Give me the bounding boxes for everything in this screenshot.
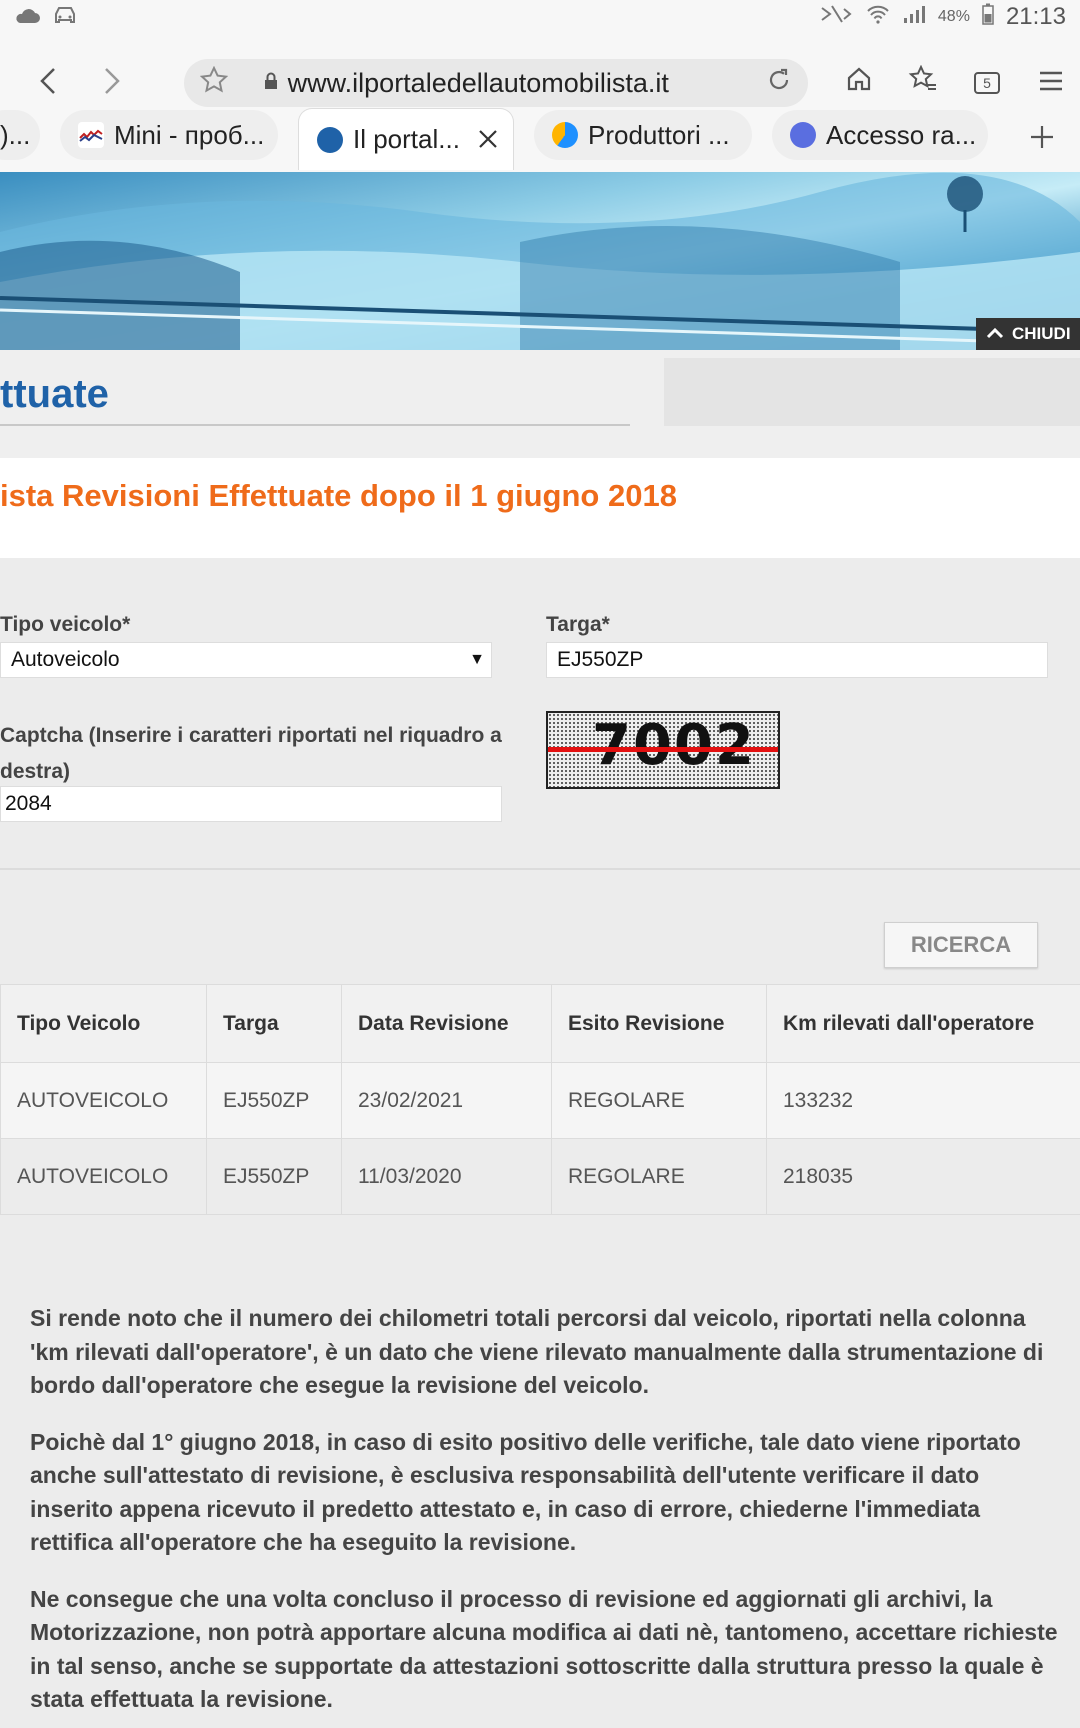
captcha-value: 2084 bbox=[5, 792, 52, 815]
captcha-label-line1: Captcha (Inserire i caratteri riportati … bbox=[0, 724, 502, 747]
table-header-row: Tipo Veicolo Targa Data Revisione Esito … bbox=[0, 984, 1080, 1063]
plate-value: EJ550ZP bbox=[557, 648, 644, 671]
tab-label: Mini - проб... bbox=[114, 119, 265, 150]
tab-label: Accesso ra... bbox=[826, 119, 977, 150]
cell-revision-result: REGOLARE bbox=[551, 1138, 767, 1215]
captcha-input[interactable]: 2084 bbox=[0, 786, 502, 822]
captcha-strike-line bbox=[548, 747, 778, 752]
header-plate: Targa bbox=[206, 984, 342, 1063]
hamburger-menu-icon bbox=[1038, 66, 1064, 100]
star-list-icon bbox=[908, 64, 938, 101]
wifi-icon bbox=[866, 4, 890, 30]
clock: 21:13 bbox=[1005, 3, 1066, 30]
header-vehicle-type: Tipo Veicolo bbox=[0, 984, 207, 1063]
battery-percent: 48% bbox=[937, 8, 970, 25]
header-km: Km rilevati dall'operatore bbox=[766, 984, 1080, 1063]
disclaimer-notes: Si rende noto che il numero dei chilomet… bbox=[30, 1302, 1060, 1728]
accesso-favicon-icon bbox=[790, 122, 816, 148]
vehicle-type-value: Autoveicolo bbox=[11, 648, 120, 671]
signal-icon bbox=[902, 4, 926, 30]
captcha-label: Captcha (Inserire i caratteri riportati … bbox=[0, 718, 520, 790]
url-text: www.ilportaledellautomobilista.it bbox=[287, 67, 669, 98]
vehicle-type-label: Tipo veicolo* bbox=[0, 613, 131, 636]
home-button[interactable] bbox=[830, 53, 888, 113]
menu-button[interactable] bbox=[1022, 53, 1080, 113]
captcha-label-line2: destra) bbox=[0, 760, 71, 783]
section-title: ista Revisioni Effettuate dopo il 1 giug… bbox=[0, 478, 677, 513]
mini-favicon-icon bbox=[78, 122, 104, 148]
chevron-up-icon bbox=[986, 324, 1004, 344]
table-row: AUTOVEICOLO EJ550ZP 11/03/2020 REGOLARE … bbox=[0, 1138, 1080, 1215]
car-icon bbox=[52, 4, 78, 30]
cell-km: 218035 bbox=[766, 1138, 1080, 1215]
title-divider bbox=[0, 424, 630, 426]
forward-button[interactable] bbox=[82, 53, 142, 113]
close-banner-label: CHIUDI bbox=[1012, 324, 1071, 343]
tab-label: )... bbox=[0, 119, 31, 150]
results-table: Tipo Veicolo Targa Data Revisione Esito … bbox=[0, 984, 1080, 1215]
note-paragraph: Ne consegue che una volta concluso il pr… bbox=[30, 1585, 1058, 1713]
cloud-icon bbox=[14, 4, 40, 30]
page-title: ttuate bbox=[0, 372, 109, 416]
cell-vehicle-type: AUTOVEICOLO bbox=[0, 1138, 207, 1215]
address-bar[interactable]: www.ilportaledellautomobilista.it bbox=[183, 59, 808, 107]
vehicle-type-select[interactable]: Autoveicolo ▼ bbox=[0, 642, 492, 678]
captcha-image: 7002 bbox=[546, 711, 780, 789]
nfc-mute-icon bbox=[820, 4, 854, 30]
search-button[interactable]: RICERCA bbox=[884, 922, 1038, 968]
reload-icon[interactable] bbox=[766, 67, 792, 100]
back-button[interactable] bbox=[18, 53, 78, 113]
plate-label: Targa* bbox=[546, 613, 610, 636]
header-revision-date: Data Revisione bbox=[341, 984, 552, 1063]
note-paragraph: Poichè dal 1° giugno 2018, in caso di es… bbox=[30, 1428, 1021, 1556]
chevron-right-icon bbox=[102, 61, 122, 106]
cell-km: 133232 bbox=[766, 1062, 1080, 1139]
cell-revision-date: 11/03/2020 bbox=[341, 1138, 552, 1215]
tab-label: Produttori ... bbox=[588, 119, 730, 150]
tab-mini[interactable]: Mini - проб... bbox=[60, 110, 278, 160]
plus-icon bbox=[1029, 117, 1055, 160]
new-tab-button[interactable] bbox=[1014, 110, 1070, 166]
page-title-area: ttuate bbox=[0, 350, 1080, 458]
bookmark-star-icon[interactable] bbox=[199, 65, 240, 101]
tab-label: Il portal... bbox=[353, 124, 460, 154]
portale-favicon-icon bbox=[317, 126, 343, 153]
header-revision-result: Esito Revisione bbox=[551, 984, 767, 1063]
note-paragraph: Si rende noto che il numero dei chilomet… bbox=[30, 1305, 1044, 1398]
table-row: AUTOVEICOLO EJ550ZP 23/02/2021 REGOLARE … bbox=[0, 1062, 1080, 1139]
header-banner: CHIUDI bbox=[0, 172, 1080, 350]
title-side-panel bbox=[664, 358, 1080, 426]
landscape-image bbox=[0, 172, 1080, 350]
bookmarks-button[interactable] bbox=[894, 53, 952, 113]
chevron-left-icon bbox=[38, 61, 58, 106]
battery-icon bbox=[982, 3, 994, 31]
plate-input[interactable]: EJ550ZP bbox=[546, 642, 1048, 678]
tab-produttori[interactable]: Produttori ... bbox=[534, 110, 752, 160]
status-bar: 48% 21:13 bbox=[0, 0, 1080, 34]
dropdown-arrow-icon: ▼ bbox=[469, 651, 485, 668]
home-icon bbox=[845, 65, 873, 101]
captcha-image-text: 7002 bbox=[592, 713, 756, 778]
status-right: 48% 21:13 bbox=[820, 3, 1066, 31]
produttori-favicon-icon bbox=[552, 122, 578, 148]
close-tab-icon[interactable] bbox=[478, 123, 498, 157]
close-banner-button[interactable]: CHIUDI bbox=[976, 318, 1080, 350]
search-form: Tipo veicolo* Autoveicolo ▼ Targa* EJ550… bbox=[0, 558, 1080, 868]
status-left bbox=[14, 4, 78, 30]
cell-plate: EJ550ZP bbox=[206, 1138, 342, 1215]
section-header: ista Revisioni Effettuate dopo il 1 giug… bbox=[0, 458, 1080, 558]
tab-accesso[interactable]: Accesso ra... bbox=[772, 110, 988, 160]
cell-revision-date: 23/02/2021 bbox=[341, 1062, 552, 1139]
cell-plate: EJ550ZP bbox=[206, 1062, 342, 1139]
form-divider bbox=[0, 868, 1080, 870]
tab-il-portale[interactable]: Il portal... bbox=[298, 108, 514, 170]
tabs-button[interactable]: 5 bbox=[958, 53, 1016, 113]
toolbar-actions: 5 bbox=[830, 53, 1080, 113]
cell-vehicle-type: AUTOVEICOLO bbox=[0, 1062, 207, 1139]
lock-icon bbox=[264, 72, 278, 95]
tab-count-icon: 5 bbox=[974, 72, 1000, 94]
cell-revision-result: REGOLARE bbox=[551, 1062, 767, 1139]
tab-bar: )... Mini - проб... Il portal... Produtt… bbox=[0, 108, 1080, 172]
